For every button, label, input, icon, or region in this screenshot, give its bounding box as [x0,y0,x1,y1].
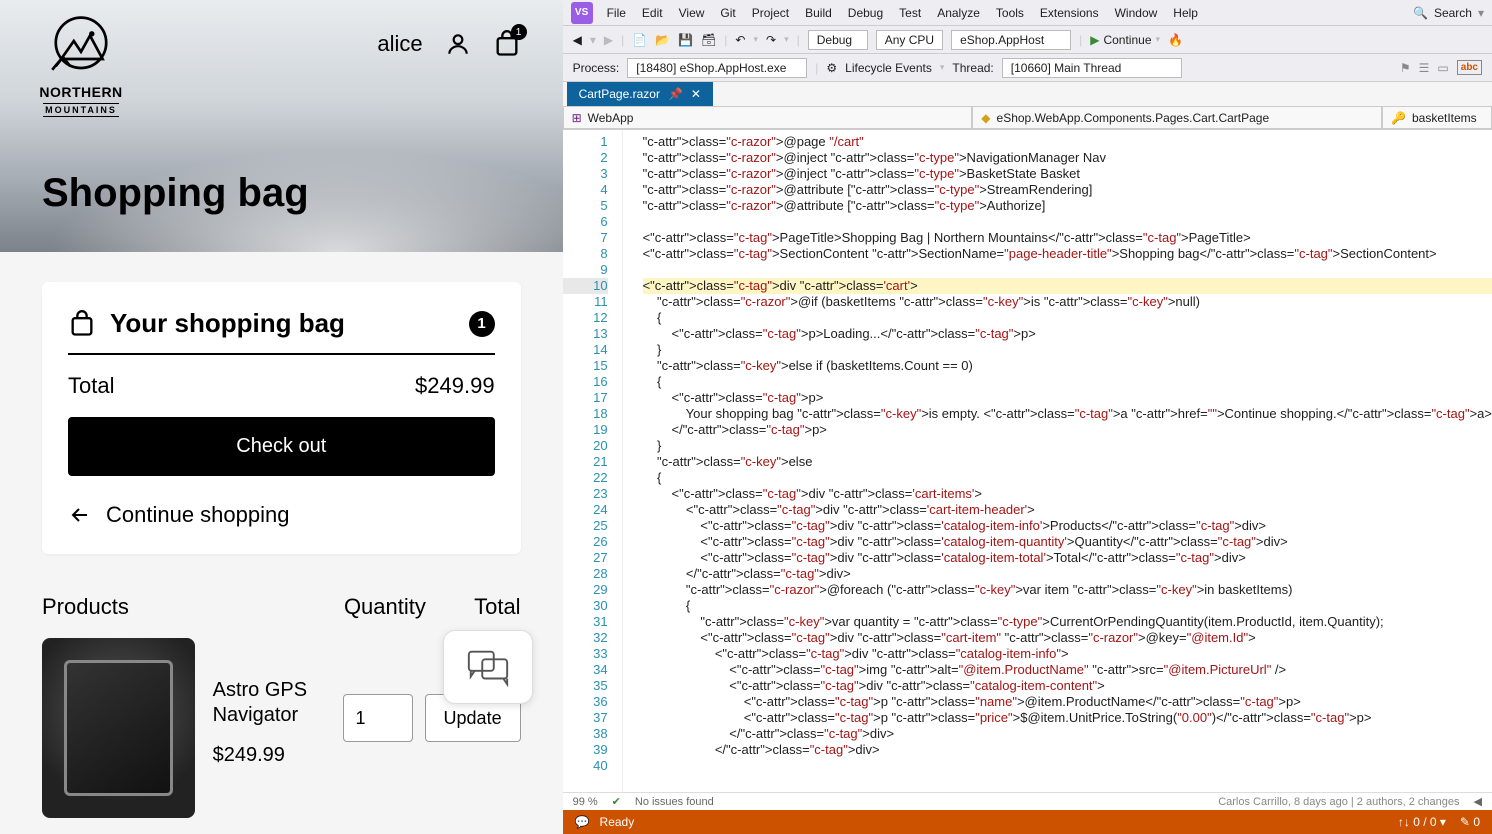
continue-shopping-link[interactable]: Continue shopping [68,502,495,528]
continue-button[interactable]: ▶Continue▾ [1090,33,1160,47]
visual-studio: VS FileEditViewGitProjectBuildDebugTestA… [563,0,1492,834]
new-item-button[interactable]: 📄 [632,33,647,47]
scroll-left-icon[interactable]: ◀ [1474,795,1482,808]
navigation-bar: ⊞WebApp ◆eShop.WebApp.Components.Pages.C… [563,106,1492,130]
menu-git[interactable]: Git [712,3,743,23]
menu-analyze[interactable]: Analyze [929,3,988,23]
lifecycle-combo[interactable]: Lifecycle Events [845,61,932,75]
nav-member[interactable]: 🔑basketItems [1382,106,1492,129]
bag-icon [68,310,96,338]
undo-button[interactable]: ↶ [735,33,745,47]
open-button[interactable]: 📂 [655,33,670,47]
arrow-left-icon [68,503,92,527]
menu-window[interactable]: Window [1107,3,1166,23]
redo-button[interactable]: ↷ [766,33,776,47]
menu-help[interactable]: Help [1165,3,1206,23]
summary-card: Your shopping bag 1 Total $249.99 Check … [42,282,521,554]
close-icon[interactable]: ✕ [691,87,701,101]
brand-sub: MOUNTAINS [43,103,119,117]
process-label: Process: [573,61,620,75]
nav-counter[interactable]: ↑↓ 0 / 0 ▾ [1398,815,1446,829]
zoom-level[interactable]: 99 % [573,796,598,808]
total-value: $249.99 [415,373,495,399]
code-editor[interactable]: 1234567891011121314151617181920212223242… [563,130,1492,792]
menu-project[interactable]: Project [744,3,797,23]
menu-build[interactable]: Build [797,3,840,23]
thread-label: Thread: [952,61,993,75]
hot-reload-icon[interactable]: 🔥 [1168,33,1183,47]
col-quantity: Quantity [344,594,474,620]
brand-logo[interactable]: NORTHERN MOUNTAINS [36,10,126,118]
cart-badge: 1 [511,24,527,40]
search-icon[interactable]: 🔍 [1413,6,1428,20]
feedback-icon[interactable]: 💬 [575,815,590,829]
username[interactable]: alice [377,31,422,57]
startup-combo[interactable]: eShop.AppHost [951,30,1071,50]
product-name: Astro GPS Navigator [213,678,325,728]
debug-toolbar: Process: [18480] eShop.AppHost.exe | ⚙ L… [563,54,1492,82]
status-bar: 💬 Ready ↑↓ 0 / 0 ▾ ✎ 0 [563,810,1492,834]
frame-icon[interactable]: ▭ [1437,61,1448,75]
back-button[interactable]: ◀ [573,33,582,47]
thread-combo[interactable]: [10660] Main Thread [1002,58,1182,78]
flag-icon[interactable]: ⚑ [1400,61,1411,75]
product-price: $249.99 [213,744,325,767]
nav-project[interactable]: ⊞WebApp [563,106,973,129]
file-tab[interactable]: CartPage.razor 📌 ✕ [567,82,713,106]
forward-button[interactable]: ▶ [604,33,613,47]
pin-icon[interactable]: 📌 [668,87,683,101]
menu-file[interactable]: File [599,3,634,23]
menu-tools[interactable]: Tools [988,3,1032,23]
chat-fab[interactable] [443,630,533,704]
status-ready: Ready [600,815,635,829]
error-counter[interactable]: ✎ 0 [1460,815,1480,829]
platform-combo[interactable]: Any CPU [876,30,943,50]
process-combo[interactable]: [18480] eShop.AppHost.exe [627,58,807,78]
quantity-input[interactable] [343,694,413,742]
menu-view[interactable]: View [671,3,713,23]
lifecycle-icon[interactable]: ⚙ [826,61,837,75]
stack-icon[interactable]: ☰ [1419,61,1430,75]
menu-bar: VS FileEditViewGitProjectBuildDebugTestA… [563,0,1492,26]
abc-badge[interactable]: abc [1457,60,1482,75]
menu-test[interactable]: Test [891,3,929,23]
nav-class[interactable]: ◆eShop.WebApp.Components.Pages.Cart.Cart… [972,106,1382,129]
user-icon[interactable] [445,31,471,57]
product-thumbnail[interactable] [42,638,195,818]
search-label[interactable]: Search [1434,6,1472,20]
issues-text[interactable]: No issues found [635,796,714,808]
hero-banner: NORTHERN MOUNTAINS alice 1 Shopping bag [0,0,563,252]
menu-edit[interactable]: Edit [634,3,671,23]
col-total: Total [474,594,520,620]
tab-strip: CartPage.razor 📌 ✕ [563,82,1492,106]
total-label: Total [68,373,114,399]
editor-status-strip: 99 % ✔ No issues found Carlos Carrillo, … [563,792,1492,810]
checkout-button[interactable]: Check out [68,417,495,476]
config-combo[interactable]: Debug [808,30,868,50]
cart-icon[interactable]: 1 [493,30,521,58]
save-all-button[interactable]: 🗃 [701,33,716,47]
brand-name: NORTHERN [36,84,126,100]
menu-debug[interactable]: Debug [840,3,891,23]
bag-count-badge: 1 [469,311,495,337]
vs-logo-icon[interactable]: VS [571,2,593,24]
bag-header: Your shopping bag [110,308,345,339]
menu-extensions[interactable]: Extensions [1032,3,1107,23]
codelens-text[interactable]: Carlos Carrillo, 8 days ago | 2 authors,… [1218,796,1459,808]
check-icon: ✔ [612,795,621,808]
web-app-pane: NORTHERN MOUNTAINS alice 1 Shopping bag … [0,0,563,834]
save-button[interactable]: 💾 [678,33,693,47]
page-title: Shopping bag [42,171,309,216]
main-toolbar: ◀▾ ▶ | 📄 📂 💾 🗃 | ↶▾ ↷▾ | Debug Any CPU e… [563,26,1492,54]
col-products: Products [42,594,344,620]
